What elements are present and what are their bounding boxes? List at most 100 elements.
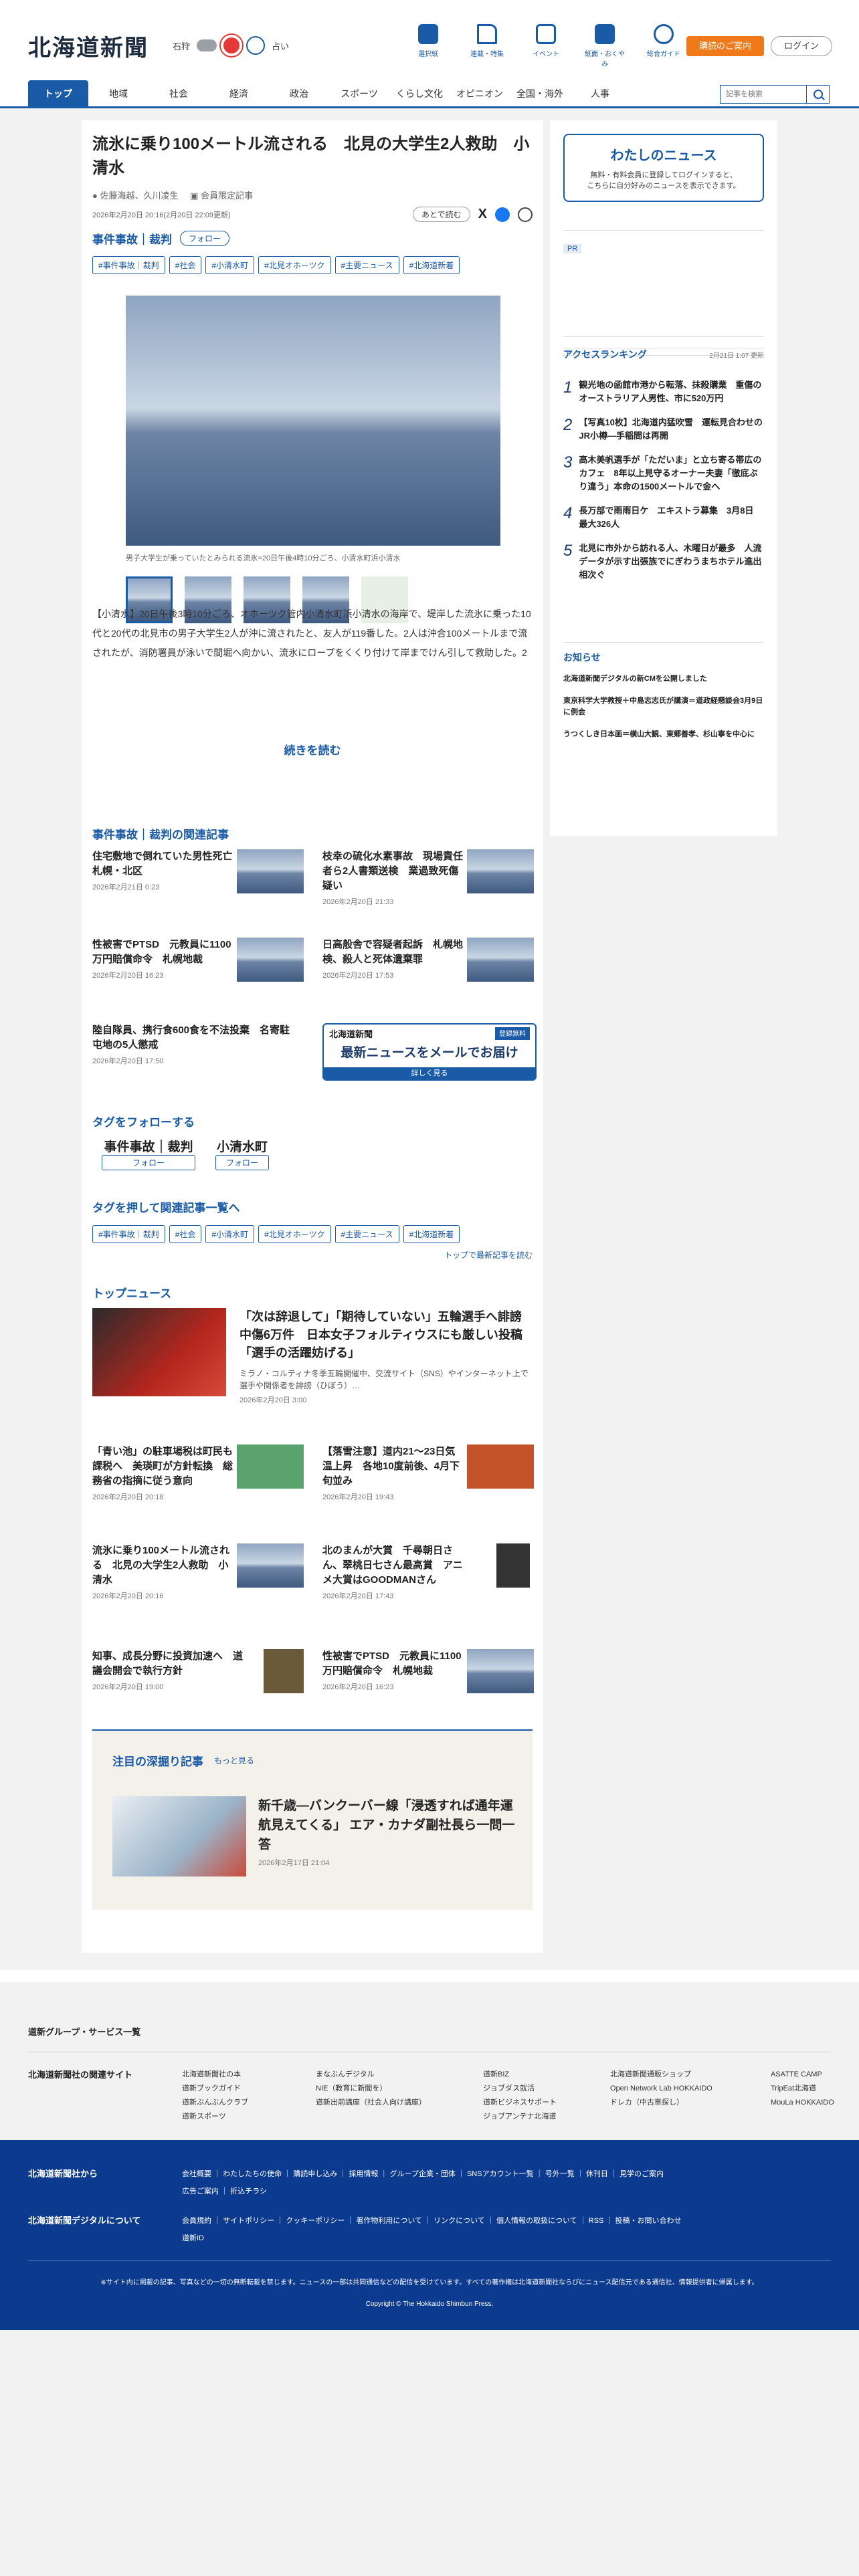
related-item[interactable]: 住宅敷地で倒れていた男性死亡 札幌・北区 2026年2月21日 0:23 [92, 849, 306, 909]
notice-item[interactable]: うつくしき日本画＝横山大観、東郷善孝、杉山寧を中心に [563, 729, 764, 740]
read-later-button[interactable]: あとで読む [413, 207, 470, 222]
deep-more-link[interactable]: もっと見る [214, 1755, 254, 1766]
related-item[interactable]: 陸自隊員、携行食600食を不法投棄 名寄駐屯地の5人懲戒 2026年2月20日 1… [92, 1023, 306, 1066]
cloud-icon [197, 39, 217, 51]
ranking-item[interactable]: 5 北見に市外から訪れる人、木曜日が最多 人流データが示す出張族でにぎわうまちホテ… [563, 542, 764, 582]
nav-tab-opinion[interactable]: オピニオン [450, 80, 510, 107]
related-thumb [467, 938, 534, 982]
top-item[interactable]: 知事、成長分野に投資加速へ 道議会開会で執行方針 2026年2月20日 19:00 [92, 1649, 306, 1693]
tag-chip[interactable]: #北海道新着 [403, 1225, 460, 1243]
tag-chip[interactable]: #事件事故｜裁判 [92, 256, 165, 274]
top-latest-link[interactable]: トップで最新記事を読む [444, 1249, 533, 1261]
tag-chip[interactable]: #北海道新着 [403, 256, 460, 274]
pr-area: PR [563, 230, 764, 337]
tag-chip[interactable]: #小清水町 [205, 256, 255, 274]
continue-reading-link[interactable]: 続きを読む [82, 741, 543, 758]
tag-chip[interactable]: #小清水町 [205, 1225, 255, 1243]
nav-tab-personnel[interactable]: 人事 [570, 80, 630, 107]
util-link-1[interactable]: 連載・特集 [467, 24, 507, 68]
search-icon[interactable] [806, 86, 829, 103]
top-item[interactable]: 性被害でPTSD 元教員に1100万円賠償命令 札幌地裁 2026年2月20日 1… [322, 1649, 537, 1693]
top-item[interactable]: 北のまんが大賞 千尋朝日さん、翠桃日七さん最高賞 アニメ大賞はGOODMANさん… [322, 1543, 537, 1601]
my-news-box[interactable]: わたしのニュース 無料・有料会員に登録してログインすると、 こちらに自分好みのニ… [563, 134, 764, 202]
nav-tab-sports[interactable]: スポーツ [329, 80, 389, 107]
sidebar: わたしのニュース 無料・有料会員に登録してログインすると、 こちらに自分好みのニ… [550, 120, 777, 836]
company-links: 会社概要 ｜ わたしたちの使命 ｜ 購読申し込み ｜ 採用情報 ｜ グループ企業… [182, 2170, 664, 2195]
ranking-item[interactable]: 4 長万部で雨雨日ケ エキストラ募集 3月8日 最大326人 [563, 504, 764, 531]
related-item[interactable]: 性被害でPTSD 元教員に1100万円賠償命令 札幌地裁 2026年2月20日 1… [92, 938, 306, 982]
util-link-2[interactable]: イベント [526, 24, 566, 68]
related-thumb [467, 849, 534, 893]
article-dates: 2026年2月20日 20:16(2月20日 22:09更新) [92, 211, 231, 219]
tag-chip[interactable]: #社会 [169, 256, 202, 274]
top-item[interactable]: 【落雪注意】道内21～23日気温上昇 各地10度前後、4月下旬並み 2026年2月… [322, 1444, 537, 1502]
digital-title: 北海道新聞デジタルについて [28, 2216, 141, 2226]
footer-note: ※サイト内に掲載の記事、写真などの一切の無断転載を禁じます。ニュースの一部は共同… [100, 2279, 759, 2286]
nav-tab-top[interactable]: トップ [28, 80, 88, 107]
follow-button[interactable]: フォロー [102, 1155, 195, 1170]
site-logo[interactable]: 北海道新聞 [28, 29, 149, 62]
deep-article[interactable]: 新千歳―バンクーバー線「浸透すれば通年運航見えてくる」 エア・カナダ副社長ら一問… [258, 1796, 519, 1868]
person-icon: ● [92, 191, 98, 201]
login-button[interactable]: ログイン [771, 36, 832, 56]
follow-heading: タグをフォローする [92, 1116, 195, 1129]
site-footer: 北海道新聞社から 会社概要 ｜ わたしたちの使命 ｜ 購読申し込み ｜ 採用情報… [0, 2140, 859, 2330]
top-item[interactable]: 「青い池」の駐車場税は町民も課税へ 美瑛町が方針転換 総務省の指摘に従う意向 20… [92, 1444, 306, 1502]
nav-tab-culture[interactable]: くらし文化 [389, 80, 450, 107]
article-header: 流氷に乗り100メートル流される 北見の大学生2人救助 小清水 ● 佐藤海越、久… [92, 132, 533, 274]
deep-heading: 注目の深掘り記事 [112, 1755, 203, 1768]
top-lead-article[interactable]: 「次は辞退して」「期待していない」五輪選手へ誹謗中傷6万件 日本女子フォルティウ… [240, 1308, 535, 1405]
deep-photo[interactable] [112, 1796, 246, 1876]
nav-tab-politics[interactable]: 政治 [269, 80, 329, 107]
search-input[interactable] [721, 86, 806, 103]
ranking-item[interactable]: 1 観光地の函館市港から転落、抹殺購業 重傷のオーストラリア人男性、市に520万円 [563, 379, 764, 405]
tag-chip[interactable]: #事件事故｜裁判 [92, 1225, 165, 1243]
lock-icon: ▣ [190, 191, 199, 201]
article-title: 流氷に乗り100メートル流される 北見の大学生2人救助 小清水 [92, 135, 530, 177]
tag-chip[interactable]: #主要ニュース [335, 256, 399, 274]
notice-box: お知らせ 北海道新聞デジタルの新CMを公開しました 東京科学大学教授＋中島志志氏… [563, 642, 764, 740]
footer-links: 道新グループ・サービス一覧 北海道新聞社の関連サイト 北海道新聞社の本 道新ブック… [0, 2006, 859, 2140]
photo-caption: 男子大学生が乗っていたとみられる流氷=20日午後4時10分ごろ、小清水町浜小清水 [126, 554, 401, 562]
digital-links: 会員規約 ｜ サイトポリシー ｜ クッキーポリシー ｜ 著作物利用について ｜ … [182, 2217, 682, 2242]
sun-icon [223, 37, 240, 53]
help-icon [654, 24, 674, 44]
tag-chip[interactable]: #主要ニュース [335, 1225, 399, 1243]
subscribe-button[interactable]: 購読のご案内 [686, 36, 764, 56]
category-label[interactable]: 事件事故｜裁判 [92, 230, 172, 247]
top-item[interactable]: 流氷に乗り100メートル流される 北見の大学生2人救助 小清水 2026年2月20… [92, 1543, 306, 1601]
top-news-heading: トップニュース [92, 1287, 172, 1300]
ranking-item[interactable]: 2 【写真10枚】北海道内猛吹雪 運転見合わせのJR小樽―手稲間は再開 [563, 416, 764, 443]
article-body: 【小清水】20日午後3時10分ごろ、オホーツク管内小清水町浜小清水の海岸で、堤岸… [92, 609, 531, 658]
follow-tag: 小清水町 フォロー [215, 1137, 269, 1170]
calendar-icon [536, 24, 556, 44]
nav-tab-economy[interactable]: 経済 [209, 80, 269, 107]
tag-chip[interactable]: #社会 [169, 1225, 202, 1243]
follow-button[interactable]: フォロー [180, 231, 230, 246]
follow-button[interactable]: フォロー [215, 1155, 269, 1170]
nav-tab-region[interactable]: 地域 [88, 80, 149, 107]
related-thumb [237, 938, 304, 982]
tag-chip[interactable]: #北見オホーツク [258, 1225, 331, 1243]
share-icon[interactable] [518, 207, 533, 222]
newsletter-ad[interactable]: 北海道新聞 登録無料 最新ニュースをメールでお届け 詳しく見る [322, 1023, 537, 1081]
util-link-4[interactable]: 総合ガイド [644, 24, 684, 68]
article-main-photo[interactable] [126, 296, 500, 546]
util-link-3[interactable]: 紙面・おくやみ [585, 24, 625, 68]
facebook-share-icon[interactable] [495, 207, 510, 222]
tag-chip[interactable]: #北見オホーツク [258, 256, 331, 274]
company-title: 北海道新聞社から [28, 2169, 98, 2179]
related-item[interactable]: 日高般舎で容疑者起訴 札幌地検、殺人と死体遺棄罪 2026年2月20日 17:53 [322, 938, 537, 982]
x-share-icon[interactable]: X [478, 207, 487, 222]
tags-heading: タグを押して関連記事一覧へ [92, 1202, 240, 1214]
weather-widget[interactable]: 石狩 占い [173, 36, 289, 55]
nav-tab-world[interactable]: 全国・海外 [510, 80, 570, 107]
service-link[interactable]: 道新グループ・サービス一覧 [28, 2025, 140, 2038]
util-link-0[interactable]: 選択紙 [408, 24, 448, 68]
notice-item[interactable]: 北海道新聞デジタルの新CMを公開しました [563, 673, 764, 685]
related-item[interactable]: 枝幸の硫化水素事故 現場責任者ら2人書類送検 業過致死傷疑い 2026年2月20日… [322, 849, 537, 907]
top-lead-photo[interactable] [92, 1308, 226, 1396]
nav-tab-society[interactable]: 社会 [149, 80, 209, 107]
notice-item[interactable]: 東京科学大学教授＋中島志志氏が講演＝道政経懇談会3月9日に例会 [563, 695, 764, 718]
ranking-item[interactable]: 3 高木美帆選手が「ただいま」と立ち寄る帯広のカフェ 8年以上見守るオーナー夫妻「… [563, 453, 764, 494]
